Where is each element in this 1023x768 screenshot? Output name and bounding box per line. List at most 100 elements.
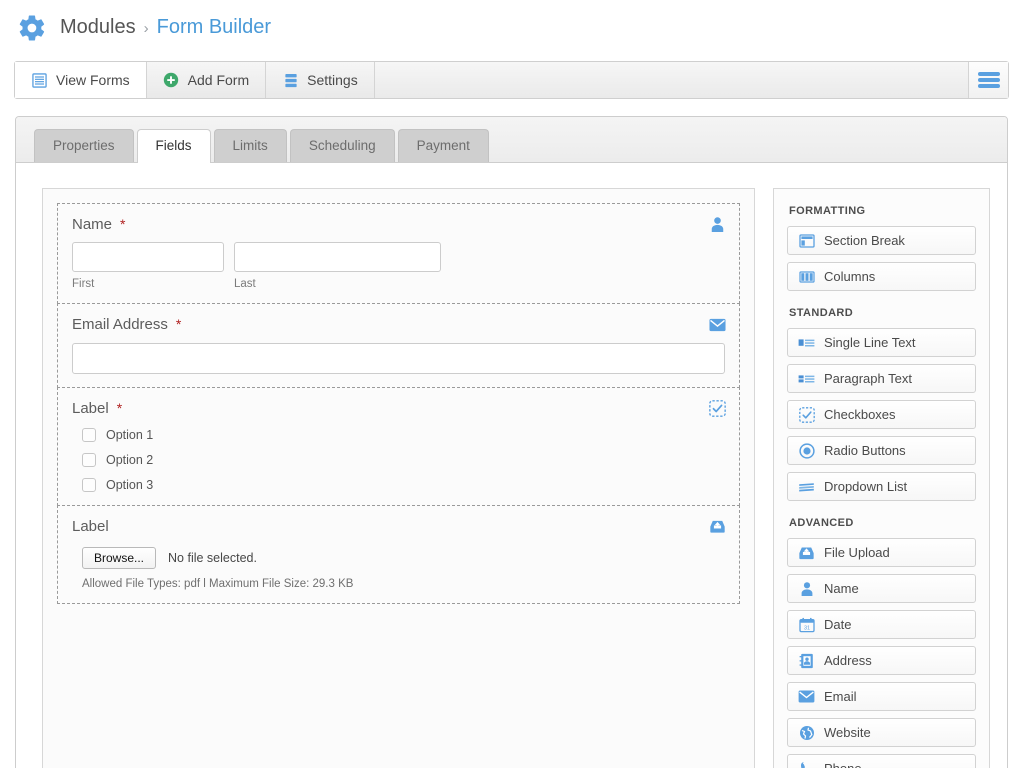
form-field-name-label-row: Name * — [72, 216, 725, 233]
form-field-checkboxes-label-row: Label * — [72, 400, 725, 417]
checkbox-input[interactable] — [82, 478, 96, 492]
tab-properties-label: Properties — [53, 138, 115, 153]
form-field-name[interactable]: Name * First Last — [57, 203, 740, 304]
palette-item-file-upload[interactable]: File Upload — [787, 538, 976, 567]
calendar-icon: 31 — [798, 616, 815, 633]
tab-scheduling[interactable]: Scheduling — [289, 129, 395, 162]
envelope-icon — [709, 316, 726, 333]
name-first-input[interactable] — [72, 242, 224, 272]
name-last-input[interactable] — [234, 242, 441, 272]
palette-item-checkboxes[interactable]: Checkboxes — [787, 400, 976, 429]
form-canvas[interactable]: Name * First Last Email Address * Label … — [42, 188, 755, 768]
palette-item-single-line-text[interactable]: Single Line Text — [787, 328, 976, 357]
section-break-icon — [798, 232, 815, 249]
email-input[interactable] — [72, 343, 725, 374]
name-last-group: Last — [234, 242, 441, 290]
breadcrumb-current[interactable]: Form Builder — [157, 16, 271, 39]
tab-payment[interactable]: Payment — [397, 129, 489, 162]
checkbox-option-label: Option 2 — [106, 453, 154, 467]
palette-item-phone[interactable]: Phone — [787, 754, 976, 768]
person-icon — [709, 216, 726, 233]
breadcrumb-separator: › — [143, 20, 149, 37]
checkbox-option-label: Option 3 — [106, 478, 154, 492]
toolbar-button-add-form[interactable]: Add Form — [146, 62, 267, 98]
paragraph-text-icon — [798, 370, 815, 387]
field-palette: FORMATTING Section Break Columns STANDAR… — [773, 188, 990, 768]
required-marker: * — [175, 316, 182, 332]
form-field-checkboxes-label: Label — [72, 400, 109, 417]
dropdown-list-icon — [798, 478, 815, 495]
form-field-email-label-row: Email Address * — [72, 316, 725, 333]
file-upload-icon — [709, 518, 726, 535]
checkbox-icon — [798, 406, 815, 423]
envelope-icon — [798, 688, 815, 705]
palette-group-title-advanced: ADVANCED — [789, 517, 854, 529]
form-field-checkboxes[interactable]: Label * Option 1 Option 2 Option 3 — [57, 387, 740, 506]
palette-item-address-label: Address — [824, 653, 872, 668]
gear-icon — [14, 10, 50, 46]
form-field-file-upload[interactable]: Label Browse... No file selected. Allowe… — [57, 505, 740, 604]
palette-item-checkboxes-label: Checkboxes — [824, 407, 896, 422]
palette-item-email-label: Email — [824, 689, 857, 704]
browse-button[interactable]: Browse... — [82, 547, 157, 569]
radio-button-icon — [798, 442, 815, 459]
palette-item-address[interactable]: Address — [787, 646, 976, 675]
tab-limits[interactable]: Limits — [213, 129, 287, 162]
checkbox-input[interactable] — [82, 453, 96, 467]
checkbox-option-label: Option 1 — [106, 428, 154, 442]
tab-fields[interactable]: Fields — [136, 129, 211, 163]
palette-item-columns-label: Columns — [824, 269, 876, 284]
checkbox-option-row[interactable]: Option 1 — [72, 428, 725, 442]
file-upload-hint: Allowed File Types: pdf l Maximum File S… — [82, 578, 354, 590]
file-upload-row: Browse... No file selected. — [72, 547, 725, 569]
palette-item-phone-label: Phone — [824, 761, 862, 768]
required-marker: * — [120, 216, 126, 232]
toolbar-button-settings[interactable]: Settings — [266, 62, 375, 98]
palette-item-website[interactable]: Website — [787, 718, 976, 747]
server-stack-icon — [282, 72, 299, 89]
palette-item-dropdown-list[interactable]: Dropdown List — [787, 472, 976, 501]
form-workspace: Name * First Last Email Address * Label … — [16, 163, 1007, 768]
palette-item-single-line-text-label: Single Line Text — [824, 335, 916, 350]
required-marker: * — [116, 400, 123, 416]
hamburger-bar — [977, 72, 1000, 76]
checkbox-option-row[interactable]: Option 2 — [72, 453, 725, 467]
toolbar-spacer — [374, 62, 968, 98]
checkbox-icon — [709, 400, 726, 417]
palette-item-columns[interactable]: Columns — [787, 262, 976, 291]
form-field-email-label: Email Address — [72, 316, 168, 333]
checkbox-input[interactable] — [82, 428, 96, 442]
toolbar-button-settings-label: Settings — [307, 72, 358, 88]
palette-item-date-label: Date — [824, 617, 852, 632]
palette-item-paragraph-text[interactable]: Paragraph Text — [787, 364, 976, 393]
single-line-text-icon — [798, 334, 815, 351]
palette-item-section-break[interactable]: Section Break — [787, 226, 976, 255]
plus-circle-icon — [163, 72, 180, 89]
list-icon — [31, 72, 48, 89]
toolbar-button-view-forms[interactable]: View Forms — [15, 62, 147, 98]
module-toolbar: View Forms Add Form Settings — [14, 61, 1009, 99]
globe-icon — [798, 724, 815, 741]
form-field-email[interactable]: Email Address * — [57, 303, 740, 388]
phone-icon — [798, 760, 815, 768]
svg-text:31: 31 — [804, 625, 810, 631]
tab-limits-label: Limits — [232, 138, 268, 153]
tab-payment-label: Payment — [416, 138, 470, 153]
checkbox-option-row[interactable]: Option 3 — [72, 478, 725, 492]
address-book-icon — [798, 652, 815, 669]
palette-item-date[interactable]: 31 Date — [787, 610, 976, 639]
palette-item-file-upload-label: File Upload — [824, 545, 890, 560]
palette-item-email[interactable]: Email — [787, 682, 976, 711]
palette-item-radio-buttons-label: Radio Buttons — [824, 443, 906, 458]
breadcrumb-root[interactable]: Modules — [60, 16, 136, 39]
palette-item-website-label: Website — [824, 725, 871, 740]
form-field-file-upload-label-row: Label — [72, 518, 725, 535]
palette-group-title-standard: STANDARD — [789, 307, 854, 319]
palette-item-name[interactable]: Name — [787, 574, 976, 603]
hamburger-menu-icon[interactable] — [968, 62, 1008, 98]
palette-item-radio-buttons[interactable]: Radio Buttons — [787, 436, 976, 465]
palette-item-section-break-label: Section Break — [824, 233, 905, 248]
tab-strip: Properties Fields Limits Scheduling Paym… — [16, 117, 1007, 163]
tab-properties[interactable]: Properties — [34, 129, 134, 162]
form-field-name-label: Name — [72, 216, 113, 233]
